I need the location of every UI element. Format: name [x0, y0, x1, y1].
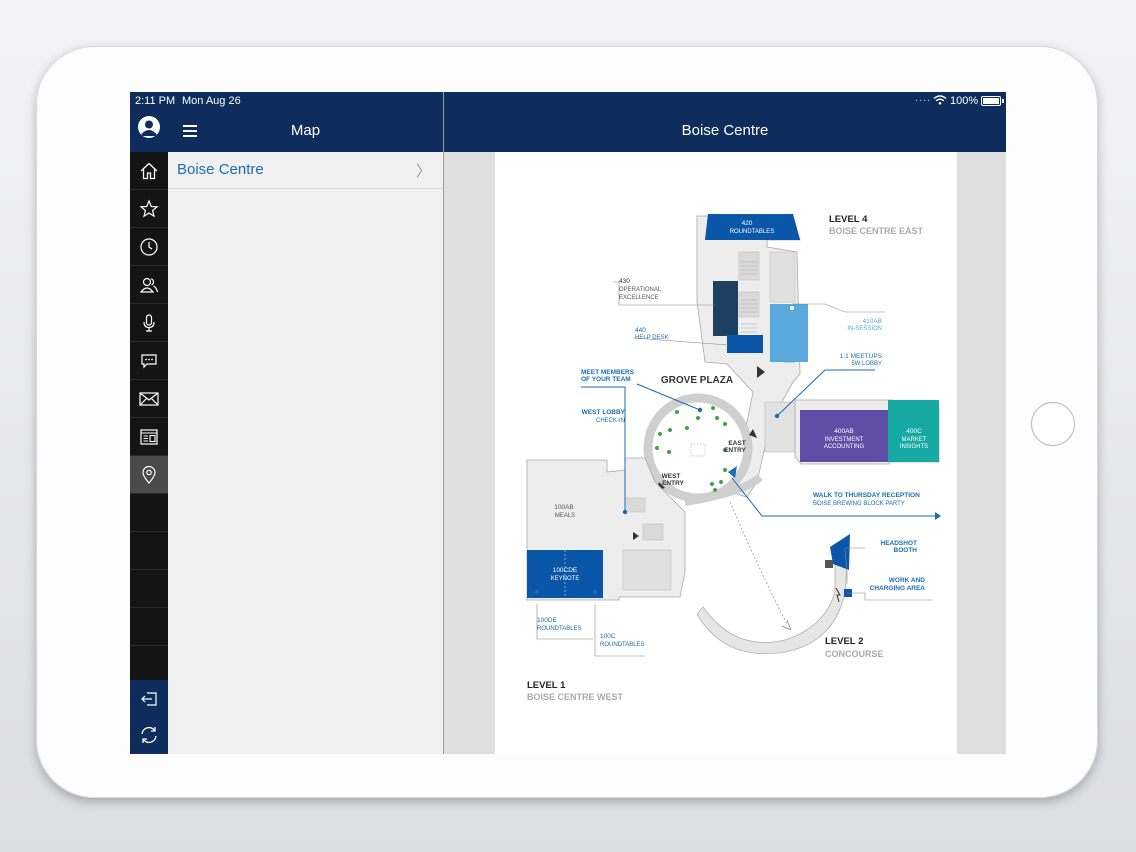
label-430-line2: EXCELLENCE — [619, 295, 659, 301]
label-east-entry-2: ENTRY — [724, 447, 746, 454]
label-level2: LEVEL 2 — [825, 636, 863, 647]
label-level4-sub: BOISE CENTRE EAST — [829, 226, 924, 236]
rail-refresh[interactable] — [130, 716, 168, 754]
rail-messages[interactable] — [130, 342, 168, 380]
master-title: Map — [290, 122, 321, 139]
label-100de-name: ROUNDTABLES — [537, 626, 582, 632]
label-430: 430 — [619, 278, 630, 285]
master-panel: Map Boise Centre 〉 — [168, 92, 444, 754]
label-grove-plaza: GROVE PLAZA — [661, 375, 733, 386]
label-work-1: WORK AND — [889, 577, 926, 584]
star-icon — [139, 198, 159, 218]
list-item-boise-centre[interactable]: Boise Centre 〉 — [168, 152, 443, 189]
rail-map[interactable] — [130, 456, 168, 494]
label-100c: 100C — [600, 633, 616, 640]
screen: 2:11 PM Mon Aug 26 .... 100% Map Boise C… — [130, 92, 1006, 754]
room-410ab — [770, 304, 808, 362]
mail-icon — [139, 391, 159, 406]
label-meetups-2: 5W LOBBY — [851, 361, 882, 367]
nav-rail — [130, 92, 168, 754]
label-members-2: OF YOUR TEAM — [581, 376, 631, 383]
wifi-icon — [933, 95, 947, 108]
rail-home[interactable] — [130, 152, 168, 190]
label-400c-2: INSIGHTS — [900, 444, 928, 450]
label-level1: LEVEL 1 — [527, 680, 566, 691]
microphone-icon — [143, 313, 155, 332]
rail-empty-slot — [130, 532, 168, 570]
label-400c: 400C — [906, 428, 922, 435]
rail-schedule[interactable] — [130, 228, 168, 266]
label-west-lobby-1: WEST LOBBY — [582, 409, 626, 416]
rail-mail[interactable] — [130, 380, 168, 418]
rail-favorites[interactable] — [130, 190, 168, 228]
floor-map[interactable]: LEVEL 4 BOISE CENTRE EAST 420 ROUNDTABLE… — [495, 152, 957, 754]
label-west-entry-2: ENTRY — [662, 480, 684, 487]
detail-panel: Boise Centre LEVEL 4 BOISE CENTRE EAST 4… — [444, 92, 1006, 754]
label-meetups-1: 1:1 MEETUPS — [840, 353, 883, 360]
battery-percent: 100% — [950, 95, 979, 107]
refresh-icon — [141, 726, 157, 744]
map-pin-icon — [142, 465, 156, 484]
label-440-name: HELP DESK — [635, 335, 669, 341]
label-410ab: 410AB — [862, 318, 882, 325]
signal-dots: .... — [915, 92, 932, 104]
label-100c-name: ROUNDTABLES — [600, 642, 645, 648]
label-400ab-2: ACCOUNTING — [824, 444, 865, 450]
room-440 — [727, 335, 763, 353]
label-100cde: 100CDE — [553, 567, 578, 574]
label-400ab-1: INVESTMENT — [825, 437, 864, 443]
status-date: Mon Aug 26 — [182, 95, 241, 107]
label-level2-sub: CONCOURSE — [825, 649, 884, 659]
label-west-lobby-2: CHECK-IN — [596, 418, 625, 424]
label-100ab: 100AB — [554, 504, 574, 511]
label-430-line1: OPERATIONAL — [619, 287, 662, 293]
logout-icon — [141, 692, 157, 706]
chat-icon — [141, 353, 157, 368]
label-100de: 100DE — [537, 617, 558, 624]
label-walk-1: WALK TO THURSDAY RECEPTION — [813, 492, 920, 499]
rail-footer — [130, 680, 168, 754]
rail-empty-slot — [130, 494, 168, 532]
news-icon — [140, 428, 158, 445]
label-work-2: CHARGING AREA — [870, 585, 926, 592]
room-430 — [713, 281, 738, 336]
label-410ab-name: IN-SESSION — [847, 326, 882, 332]
label-walk-2: BOISE BREWING BLOCK PARTY — [813, 501, 905, 507]
detail-title: Boise Centre — [681, 122, 769, 139]
label-headshot-1: HEADSHOT — [881, 540, 918, 547]
label-400ab: 400AB — [834, 428, 854, 435]
rail-empty-slot — [130, 570, 168, 608]
home-icon — [140, 162, 158, 179]
label-420-name: ROUNDTABLES — [730, 229, 775, 235]
floor-map-graphic: LEVEL 4 BOISE CENTRE EAST 420 ROUNDTABLE… — [526, 214, 941, 702]
battery-icon — [981, 96, 1004, 106]
label-members-1: MEET MEMBERS — [581, 369, 635, 376]
label-east-entry-1: EAST — [728, 440, 745, 447]
status-bar: 2:11 PM Mon Aug 26 .... 100% — [130, 92, 1006, 110]
people-icon — [139, 277, 159, 293]
list-item-label: Boise Centre — [177, 161, 264, 178]
rail-logout[interactable] — [130, 680, 168, 718]
label-420: 420 — [742, 220, 753, 227]
rail-news[interactable] — [130, 418, 168, 456]
label-100ab-name: MEALS — [555, 513, 575, 519]
label-400c-1: MARKET — [901, 437, 926, 443]
avatar[interactable] — [138, 116, 160, 138]
label-440: 440 — [635, 327, 646, 334]
label-west-entry-1: WEST — [662, 473, 681, 480]
clock-icon — [140, 237, 158, 256]
label-level1-sub: BOISE CENTRE WEST — [527, 692, 624, 702]
status-time: 2:11 PM — [135, 95, 176, 107]
room-420 — [705, 214, 800, 240]
label-level4: LEVEL 4 — [829, 214, 868, 225]
label-headshot-2: BOOTH — [894, 547, 918, 554]
rail-empty-slot — [130, 608, 168, 646]
rail-people[interactable] — [130, 266, 168, 304]
room-400ab — [800, 410, 888, 462]
chevron-right-icon: 〉 — [415, 163, 431, 180]
home-button[interactable] — [1031, 402, 1075, 446]
rail-speakers[interactable] — [130, 304, 168, 342]
label-100cde-name: KEYNOTE — [551, 576, 580, 582]
